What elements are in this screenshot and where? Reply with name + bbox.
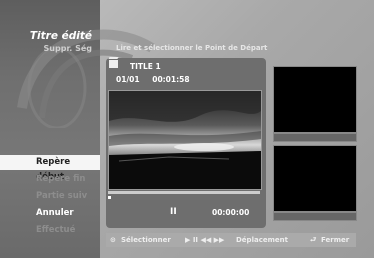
sunset-scene-image — [109, 91, 261, 189]
start-thumbnail-label — [273, 133, 357, 142]
page-title: Titre édité — [29, 30, 92, 42]
timecode: 00:00:00 — [212, 208, 250, 217]
page-subtitle: Suppr. Ség — [43, 44, 92, 53]
title-duration: 00:01:58 — [152, 75, 190, 84]
navigation-keys-icon: ▶ II ◀◀ ▶▶ — [185, 236, 225, 244]
menu-item-done[interactable]: Effectué — [0, 223, 100, 238]
pause-icon: II — [170, 207, 177, 217]
chapter-counter: 01/01 — [116, 75, 140, 84]
end-thumbnail — [273, 145, 357, 212]
edit-menu: Repère début Repère fin Partie suiv Annu… — [0, 155, 100, 240]
start-thumbnail — [273, 66, 357, 133]
title-info: 01/01 00:01:58 — [116, 75, 200, 84]
select-hint: Sélectionner — [121, 236, 171, 244]
end-thumbnail-label — [273, 212, 357, 221]
select-icon: ⊙ — [110, 236, 116, 244]
clapperboard-icon — [109, 60, 118, 68]
progress-bar[interactable] — [108, 191, 260, 194]
instruction-text: Lire et sélectionner le Point de Départ — [116, 44, 268, 52]
menu-item-start-mark[interactable]: Repère début — [0, 155, 100, 182]
menu-item-end-mark[interactable]: Repère fin — [0, 172, 100, 187]
move-hint: Déplacement — [236, 236, 288, 244]
close-hint: Fermer — [321, 236, 350, 244]
menu-item-next-part[interactable]: Partie suiv — [0, 189, 100, 204]
progress-marker — [108, 196, 111, 199]
video-preview — [108, 90, 262, 190]
return-icon: ⮐ — [310, 236, 317, 244]
title-label: TITLE 1 — [130, 62, 161, 71]
menu-item-cancel[interactable]: Annuler — [0, 206, 100, 221]
